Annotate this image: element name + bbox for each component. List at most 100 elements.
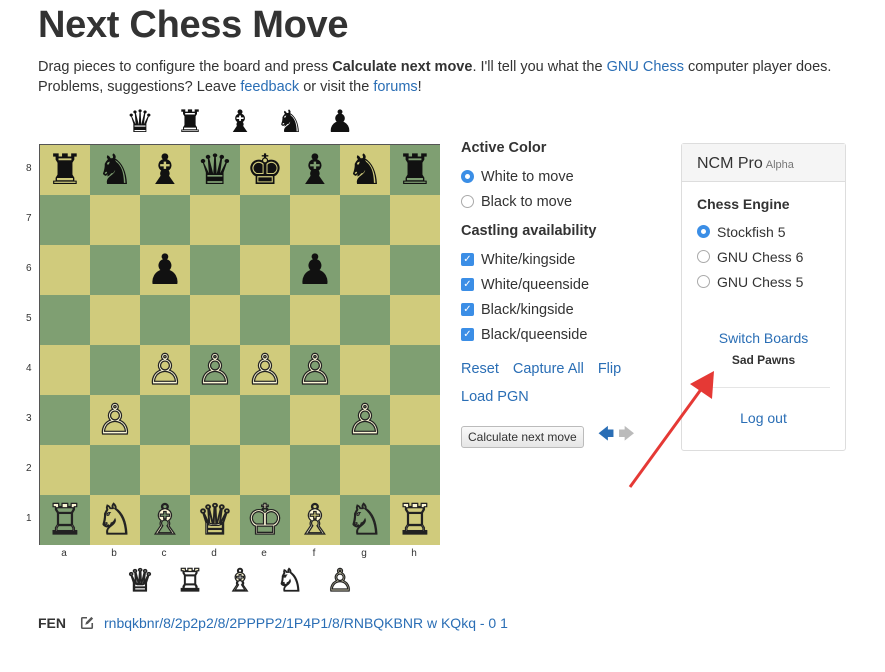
board-square-h8[interactable]: ♜: [390, 145, 440, 195]
redo-arrow-icon[interactable]: 🡆: [618, 423, 635, 450]
engine-gnu5-radio[interactable]: GNU Chess 5: [697, 269, 830, 294]
board-square-e4[interactable]: ♙: [240, 344, 290, 395]
chess-piece[interactable]: ♟: [296, 245, 334, 295]
board-square-f8[interactable]: ♝: [290, 145, 340, 195]
chess-piece[interactable]: ♛: [196, 145, 234, 195]
board-square-d4[interactable]: ♙: [190, 344, 240, 395]
chess-piece[interactable]: ♕: [196, 494, 235, 545]
forums-link[interactable]: forums: [373, 79, 417, 95]
chess-board[interactable]: ♜ ♞ ♝ ♛ ♚ ♝ ♞ ♜ ♟ ♟ ♙ ♙ ♙ ♙ ♙ ♙ ♖ ♘ ♗ ♕ ♔ ♗ ♘ ♖: [39, 144, 440, 545]
radio-unselected-icon[interactable]: [461, 195, 474, 208]
board-square-a6[interactable]: [40, 245, 90, 295]
board-square-h1[interactable]: ♖: [390, 494, 440, 545]
board-square-f1[interactable]: ♗: [290, 494, 340, 545]
board-square-a8[interactable]: ♜: [40, 145, 90, 195]
chess-piece[interactable]: ♖: [46, 494, 85, 545]
board-square-c4[interactable]: ♙: [140, 344, 190, 395]
load-pgn-link[interactable]: Load PGN: [461, 389, 529, 405]
board-square-a7[interactable]: [40, 195, 90, 245]
spare-white-rook-piece[interactable]: ♖: [165, 563, 215, 598]
spare-white-bishop-piece[interactable]: ♗: [215, 563, 265, 598]
chess-piece[interactable]: ♝: [296, 145, 334, 195]
board-square-e3[interactable]: [240, 395, 290, 445]
board-square-f2[interactable]: [290, 445, 340, 495]
board-square-f5[interactable]: [290, 295, 340, 345]
radio-unselected-icon[interactable]: [697, 250, 710, 263]
chess-piece[interactable]: ♙: [296, 344, 335, 395]
board-square-e1[interactable]: ♔: [240, 494, 290, 545]
checkbox-checked-icon[interactable]: ✓: [461, 278, 474, 291]
radio-unselected-icon[interactable]: [697, 275, 710, 288]
spare-black-queen-piece[interactable]: ♛: [115, 105, 165, 139]
castling-white-queenside-checkbox[interactable]: ✓ White/queenside: [461, 272, 635, 297]
board-square-a3[interactable]: [40, 395, 90, 445]
board-square-h7[interactable]: [390, 195, 440, 245]
board-square-d5[interactable]: [190, 295, 240, 345]
board-square-h3[interactable]: [390, 395, 440, 445]
chess-piece[interactable]: ♙: [246, 344, 285, 395]
board-square-h4[interactable]: [390, 345, 440, 395]
board-square-a1[interactable]: ♖: [40, 494, 90, 545]
undo-arrow-icon[interactable]: 🡄: [598, 423, 615, 450]
spare-white-queen-piece[interactable]: ♕: [115, 563, 165, 598]
spare-black-knight-piece[interactable]: ♞: [265, 105, 315, 139]
board-square-d3[interactable]: [190, 395, 240, 445]
switch-boards-link[interactable]: Switch Boards: [719, 330, 808, 346]
chess-piece[interactable]: ♟: [146, 245, 184, 295]
chess-piece[interactable]: ♝: [146, 145, 184, 195]
board-square-f4[interactable]: ♙: [290, 344, 340, 395]
spare-black-rook-piece[interactable]: ♜: [165, 105, 215, 139]
board-square-b4[interactable]: [90, 345, 140, 395]
castling-black-queenside-checkbox[interactable]: ✓ Black/queenside: [461, 322, 635, 347]
chess-piece[interactable]: ♔: [246, 494, 285, 545]
board-square-g7[interactable]: [340, 195, 390, 245]
capture-all-link[interactable]: Capture All: [513, 361, 584, 377]
board-square-g1[interactable]: ♘: [340, 494, 390, 545]
board-square-g6[interactable]: [340, 245, 390, 295]
chess-piece[interactable]: ♖: [396, 494, 435, 545]
board-square-a4[interactable]: [40, 345, 90, 395]
flip-link[interactable]: Flip: [598, 361, 621, 377]
chess-piece[interactable]: ♞: [346, 145, 384, 195]
board-square-f3[interactable]: [290, 395, 340, 445]
chess-piece[interactable]: ♙: [196, 344, 235, 395]
board-square-d1[interactable]: ♕: [190, 494, 240, 545]
board-square-c7[interactable]: [140, 195, 190, 245]
board-square-e2[interactable]: [240, 445, 290, 495]
chess-piece[interactable]: ♘: [346, 494, 385, 545]
board-square-a5[interactable]: [40, 295, 90, 345]
reset-link[interactable]: Reset: [461, 361, 499, 377]
board-square-c3[interactable]: [140, 395, 190, 445]
board-square-d7[interactable]: [190, 195, 240, 245]
checkbox-checked-icon[interactable]: ✓: [461, 303, 474, 316]
chess-piece[interactable]: ♞: [96, 145, 134, 195]
calculate-next-move-button[interactable]: Calculate next move: [461, 425, 584, 448]
chess-piece[interactable]: ♗: [146, 494, 185, 545]
board-square-e5[interactable]: [240, 295, 290, 345]
black-to-move-radio[interactable]: Black to move: [461, 189, 635, 214]
white-to-move-radio[interactable]: White to move: [461, 164, 635, 189]
board-square-b6[interactable]: [90, 245, 140, 295]
spare-black-bishop-piece[interactable]: ♝: [215, 105, 265, 139]
chess-piece[interactable]: ♚: [246, 145, 284, 195]
chess-piece[interactable]: ♙: [346, 394, 385, 445]
chess-piece[interactable]: ♜: [46, 145, 84, 195]
chess-piece[interactable]: ♘: [96, 494, 135, 545]
board-square-b3[interactable]: ♙: [90, 394, 140, 445]
board-square-c1[interactable]: ♗: [140, 494, 190, 545]
board-square-b1[interactable]: ♘: [90, 494, 140, 545]
spare-white-knight-piece[interactable]: ♘: [265, 563, 315, 598]
board-square-b5[interactable]: [90, 295, 140, 345]
board-square-g8[interactable]: ♞: [340, 145, 390, 195]
castling-white-kingside-checkbox[interactable]: ✓ White/kingside: [461, 247, 635, 272]
board-square-h2[interactable]: [390, 445, 440, 495]
chess-piece[interactable]: ♜: [396, 145, 434, 195]
board-square-g4[interactable]: [340, 345, 390, 395]
board-square-e6[interactable]: [240, 245, 290, 295]
checkbox-checked-icon[interactable]: ✓: [461, 253, 474, 266]
radio-selected-icon[interactable]: [461, 170, 474, 183]
chess-piece[interactable]: ♗: [296, 494, 335, 545]
radio-selected-icon[interactable]: [697, 225, 710, 238]
board-square-g5[interactable]: [340, 295, 390, 345]
engine-stockfish-radio[interactable]: Stockfish 5: [697, 219, 830, 244]
